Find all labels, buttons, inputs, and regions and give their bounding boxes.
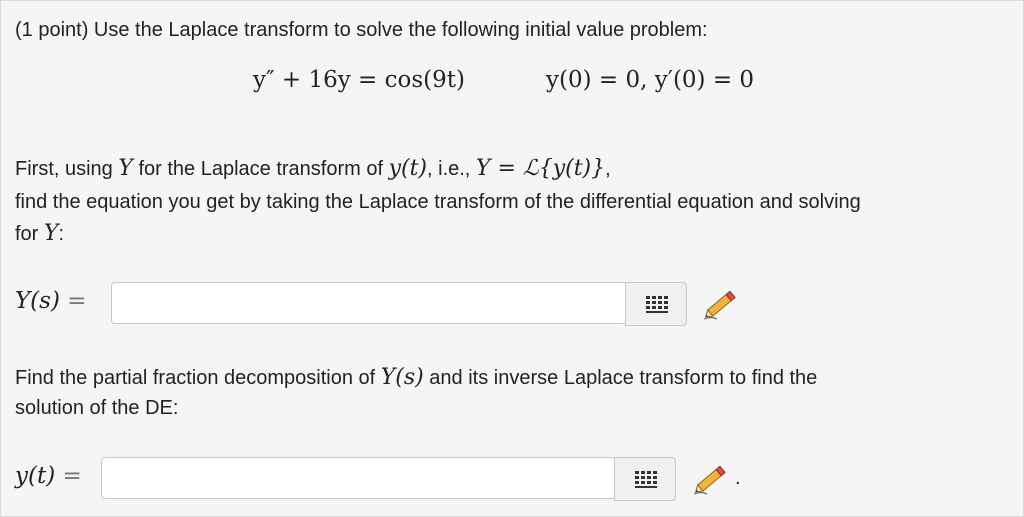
step2-instruction-line2: solution of the DE: xyxy=(15,397,179,419)
step1-instruction-line1: First, using Y for the Laplace transform… xyxy=(15,156,611,181)
answer-row-yt: y(t) = . xyxy=(1,457,761,501)
yt-equals: = xyxy=(62,463,82,489)
step1-text-d: , xyxy=(605,158,611,180)
step1-text-a: First, using xyxy=(15,158,119,180)
yt-trailing-period: . xyxy=(735,467,741,489)
yt-equation-editor-button[interactable] xyxy=(614,457,676,501)
answer-label-Ys: Y(s) = xyxy=(15,288,87,314)
ode-equation: y″ + 16y = cos(9t) xyxy=(253,67,465,93)
step1-text-for: for xyxy=(15,223,44,245)
pencil-icon[interactable] xyxy=(691,461,731,497)
Ys-equation-editor-button[interactable] xyxy=(625,282,687,326)
pencil-icon[interactable] xyxy=(701,286,741,322)
step1-instruction-line2: find the equation you get by taking the … xyxy=(15,191,861,213)
Ys-label: Y(s) xyxy=(15,288,60,314)
Ys-answer-input[interactable] xyxy=(111,282,627,324)
step1-var-Y2: Y xyxy=(43,221,59,246)
step2-var-Ys: Y(s) xyxy=(380,365,424,390)
step1-var-yt: y(t) xyxy=(388,156,428,181)
Ys-equals: = xyxy=(67,288,87,314)
step1-var-Y: Y xyxy=(118,156,133,181)
step1-laplace-def: Y = ℒ{y(t)} xyxy=(475,156,606,181)
answer-label-yt: y(t) = xyxy=(15,463,82,489)
step2-text-a: Find the partial fraction decomposition … xyxy=(15,367,381,389)
equation-grid-icon xyxy=(646,296,668,313)
equation-grid-icon xyxy=(635,471,657,488)
problem-intro: (1 point) Use the Laplace transform to s… xyxy=(15,19,708,41)
step1-text-b: for the Laplace transform of xyxy=(132,158,389,180)
yt-label: y(t) xyxy=(15,463,56,489)
step1-text-colon: : xyxy=(58,223,64,245)
step2-instruction-line1: Find the partial fraction decomposition … xyxy=(15,365,817,390)
step1-instruction-line3: for Y: xyxy=(15,221,64,246)
initial-conditions: y(0) = 0, y′(0) = 0 xyxy=(546,67,755,93)
yt-answer-input[interactable] xyxy=(101,457,616,499)
problem-panel: (1 point) Use the Laplace transform to s… xyxy=(0,0,1024,517)
step2-text-b: and its inverse Laplace transform to fin… xyxy=(423,367,818,389)
answer-row-Ys: Y(s) = xyxy=(1,282,761,326)
step1-text-c: , i.e., xyxy=(427,158,476,180)
